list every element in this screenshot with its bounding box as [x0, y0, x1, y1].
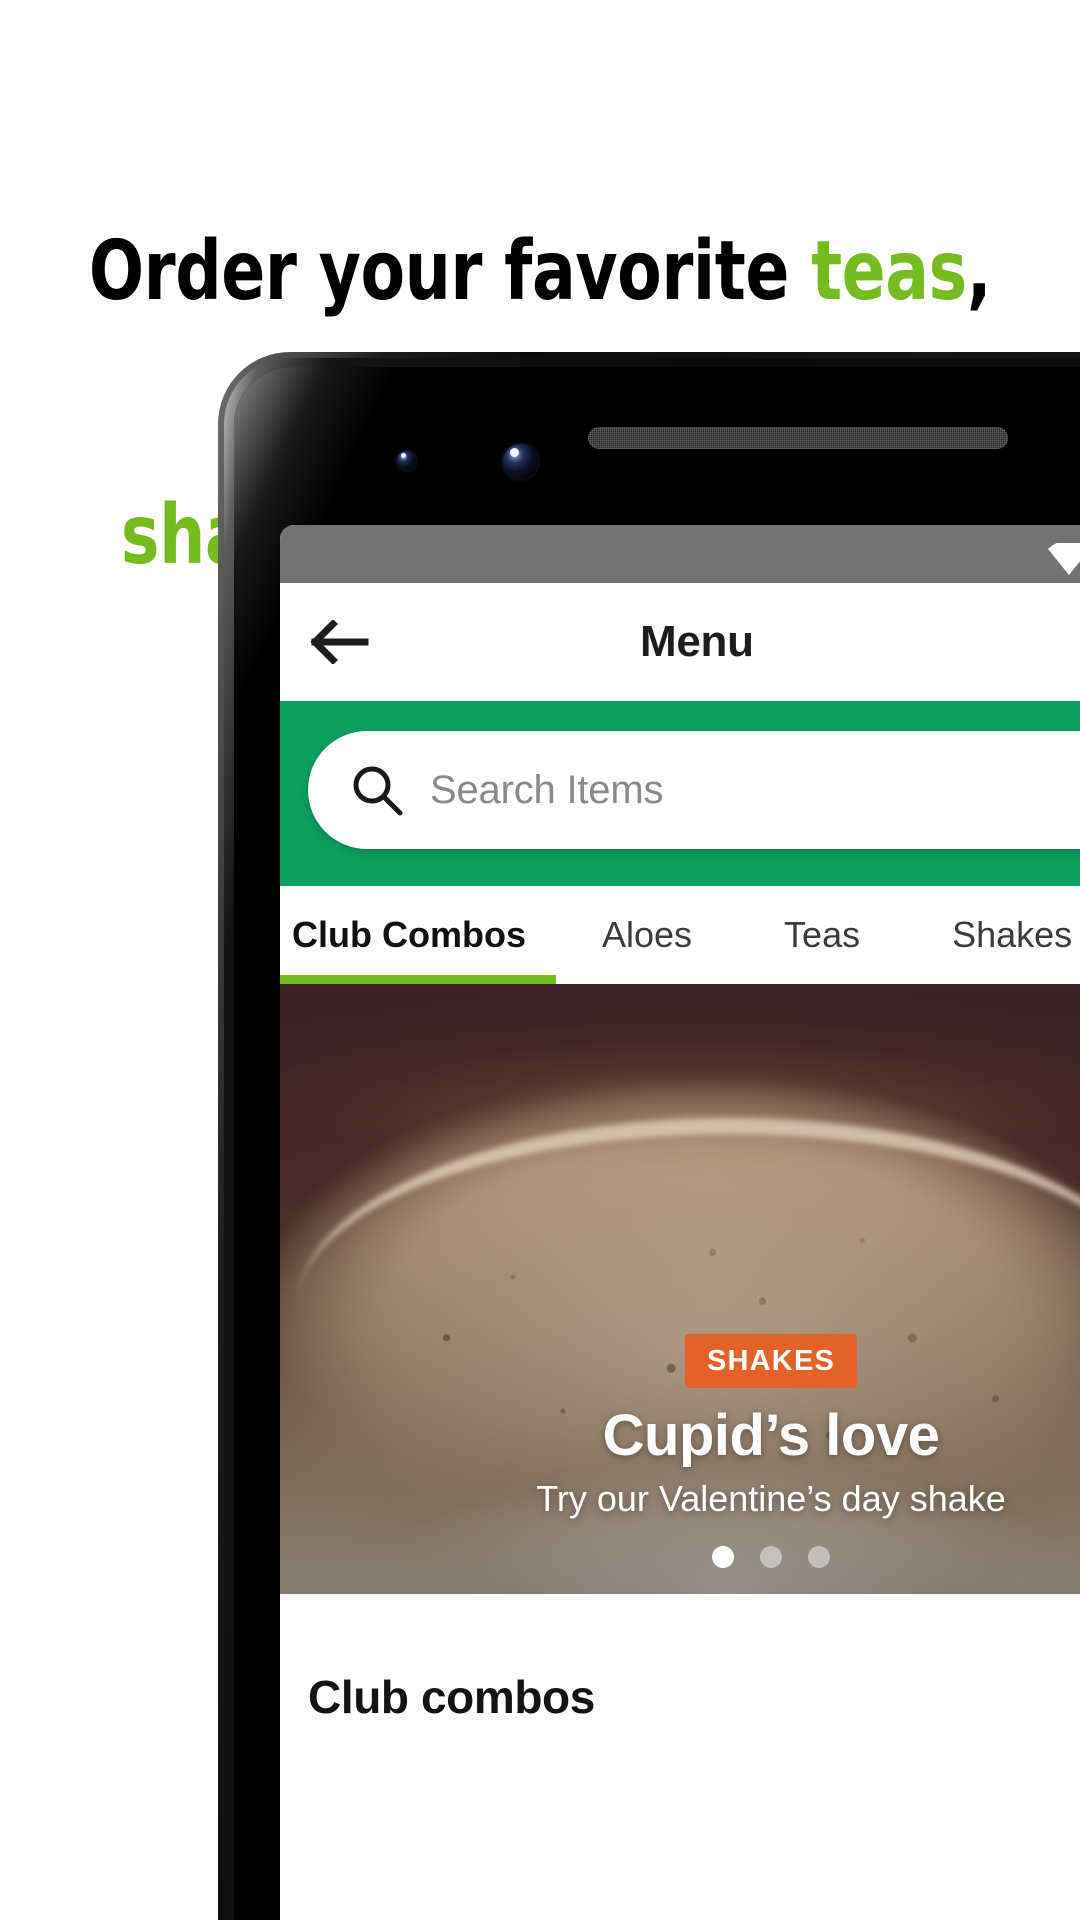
menu-section: Club combos	[280, 1594, 1080, 1794]
search-placeholder: Search Items	[430, 767, 664, 812]
hero-overlay: SHAKES Cupid’s love Try our Valentine’s …	[280, 1334, 1080, 1568]
tab-teas[interactable]: Teas	[738, 886, 906, 984]
tab-label: Aloes	[601, 914, 693, 955]
promo-screenshot: Order your favorite teas, shakes, and mo…	[0, 0, 1080, 1920]
headline-highlight-teas: teas	[811, 224, 967, 319]
search-section: Search Items	[280, 701, 1080, 886]
phone-body: Menu Search Items Club Combos Aloes Teas…	[234, 367, 1080, 1920]
page-title: Menu	[640, 617, 754, 666]
tab-label: Teas	[784, 914, 861, 955]
back-arrow-icon[interactable]	[310, 612, 370, 672]
phone-screen: Menu Search Items Club Combos Aloes Teas…	[280, 525, 1080, 1920]
earpiece-speaker-icon	[588, 427, 1008, 449]
headline-comma-1: ,	[966, 224, 992, 319]
tab-club-combos[interactable]: Club Combos	[280, 886, 556, 984]
search-input[interactable]: Search Items	[308, 731, 1080, 849]
proximity-sensor-icon	[397, 451, 416, 470]
front-camera-icon	[503, 444, 538, 479]
hero-subtitle: Try our Valentine’s day shake	[536, 1478, 1006, 1519]
carousel-dot-1[interactable]	[712, 1546, 734, 1568]
tab-shakes[interactable]: Shakes	[906, 886, 1080, 984]
headline-line-1: Order your favorite teas,	[65, 228, 1015, 316]
headline-text-order: Order your favorite	[88, 224, 812, 319]
category-tab-bar[interactable]: Club Combos Aloes Teas Shakes	[280, 886, 1080, 984]
tab-aloes[interactable]: Aloes	[556, 886, 738, 984]
search-icon	[350, 763, 404, 817]
status-bar	[280, 525, 1080, 583]
carousel-dots[interactable]	[430, 1546, 1080, 1568]
tab-label: Shakes	[952, 914, 1073, 955]
hero-carousel[interactable]: SHAKES Cupid’s love Try our Valentine’s …	[280, 984, 1080, 1594]
hero-title: Cupid’s love	[602, 1403, 940, 1468]
tab-label: Club Combos	[292, 914, 526, 955]
phone-mockup: Menu Search Items Club Combos Aloes Teas…	[218, 352, 1080, 1920]
carousel-dot-3[interactable]	[808, 1546, 830, 1568]
tab-active-indicator	[280, 975, 556, 984]
section-title: Club combos	[308, 1671, 595, 1723]
carousel-dot-2[interactable]	[760, 1546, 782, 1568]
app-header: Menu	[280, 583, 1080, 701]
status-badge: SHAKES	[684, 1334, 858, 1388]
